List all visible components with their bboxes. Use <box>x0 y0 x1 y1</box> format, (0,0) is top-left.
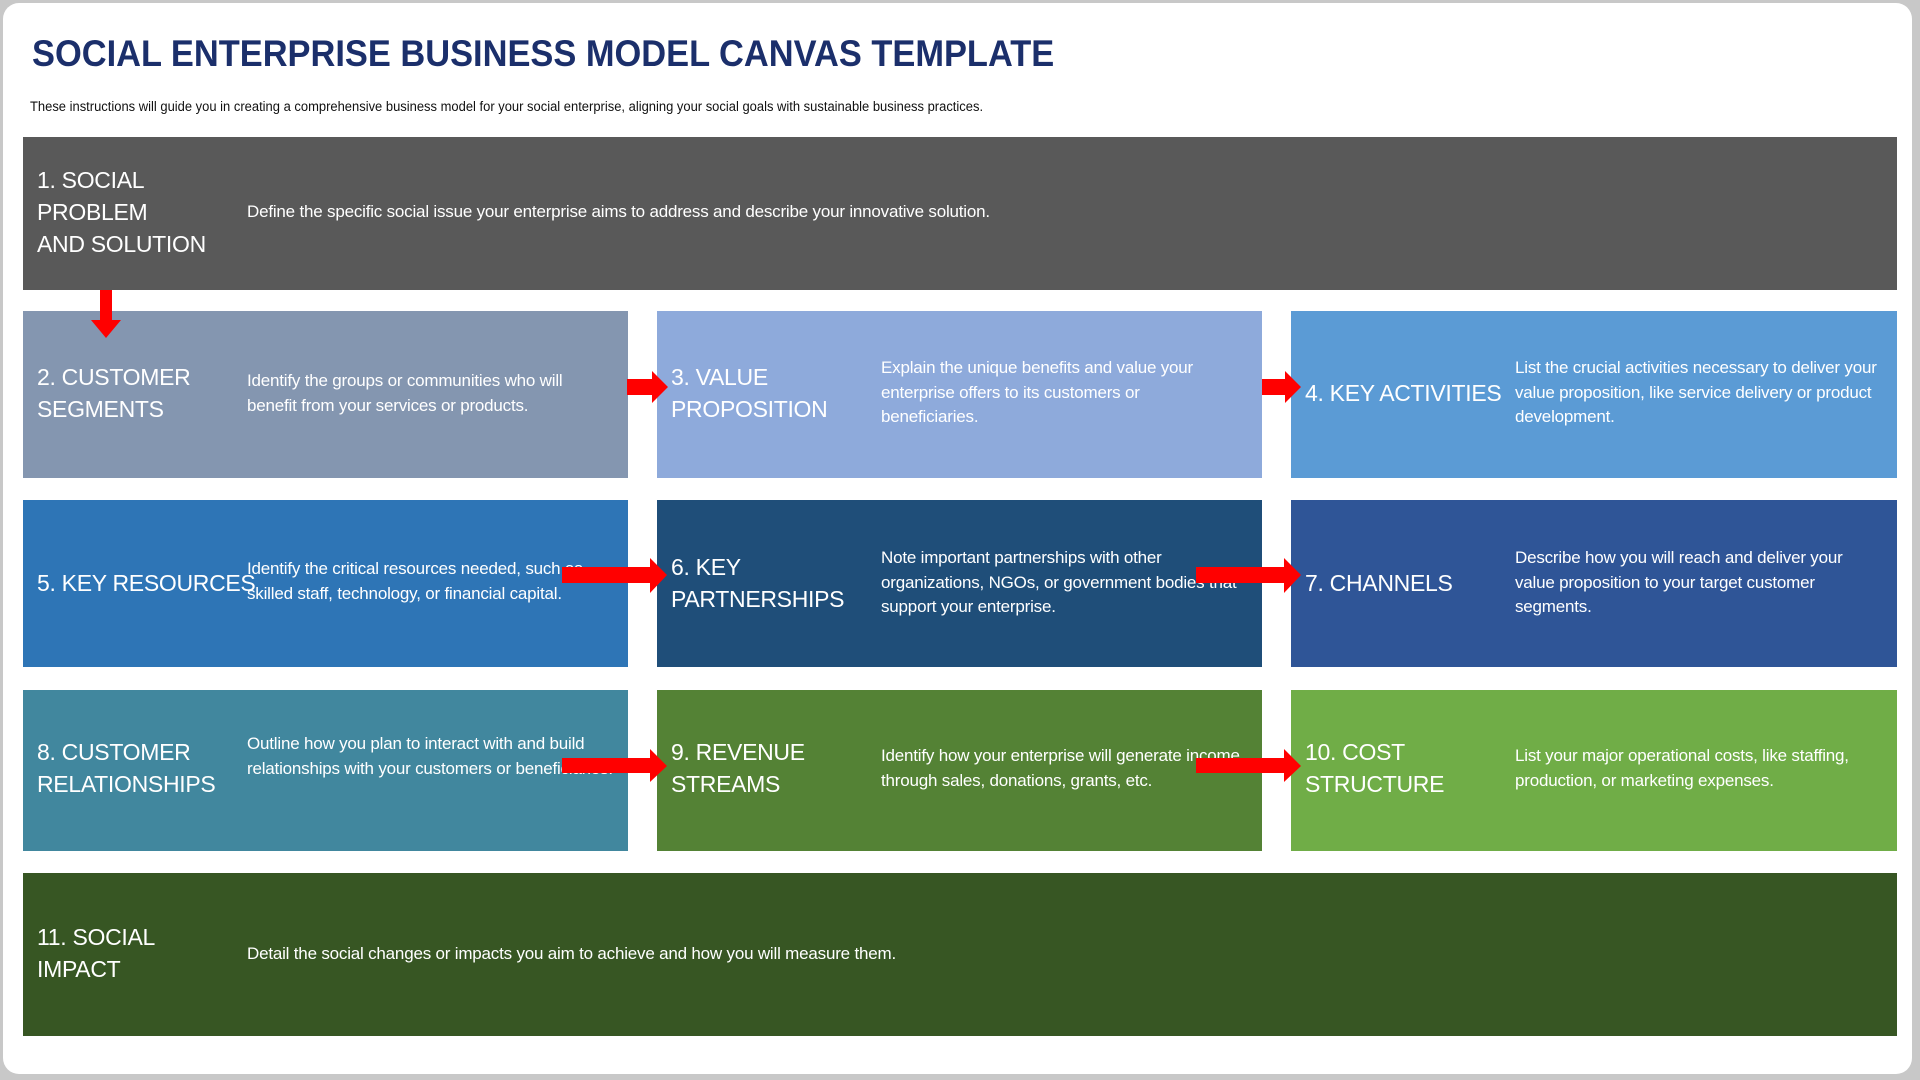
section-customer-relationships: 8. CUSTOMER RELATIONSHIPS Outline how yo… <box>23 690 628 851</box>
section-heading: 5. KEY RESOURCES <box>37 570 256 596</box>
section-description: Explain the unique benefits and value yo… <box>881 358 1193 426</box>
section-channels: 7. CHANNELS Describe how you will reach … <box>1291 500 1897 667</box>
section-description: Detail the social changes or impacts you… <box>247 944 896 963</box>
section-social-impact: 11. SOCIAL IMPACT Detail the social chan… <box>23 873 1897 1036</box>
section-cost-structure: 10. COST STRUCTURE List your major opera… <box>1291 690 1897 851</box>
arrow-right-icon <box>1196 749 1301 782</box>
arrow-down-icon <box>91 290 121 338</box>
section-heading: 10. COST STRUCTURE <box>1305 739 1445 797</box>
section-heading: 11. SOCIAL IMPACT <box>37 924 156 982</box>
arrow-right-icon <box>1196 558 1301 593</box>
section-heading: 7. CHANNELS <box>1305 570 1453 596</box>
section-heading: 4. KEY ACTIVITIES <box>1305 380 1502 406</box>
page-title: SOCIAL ENTERPRISE BUSINESS MODEL CANVAS … <box>32 33 1055 74</box>
section-description: Define the specific social issue your en… <box>247 202 990 221</box>
section-description: List the crucial activities necessary to… <box>1515 358 1877 426</box>
arrow-right-icon <box>1262 371 1301 403</box>
section-value-proposition: 3. VALUE PROPOSITION Explain the unique … <box>657 311 1262 478</box>
section-description: List your major operational costs, like … <box>1515 746 1849 790</box>
section-social-problem: 1. SOCIAL PROBLEM AND SOLUTION Define th… <box>23 137 1897 290</box>
section-heading: 9. REVENUE STREAMS <box>671 739 805 797</box>
section-heading: 6. KEY PARTNERSHIPS <box>671 554 845 612</box>
section-description: Describe how you will reach and deliver … <box>1515 548 1843 616</box>
section-description: Note important partnerships with other o… <box>881 548 1237 616</box>
section-key-resources: 5. KEY RESOURCES Identify the critical r… <box>23 500 628 667</box>
section-revenue-streams: 9. REVENUE STREAMS Identify how your ent… <box>657 690 1262 851</box>
arrow-right-icon <box>627 371 668 403</box>
arrow-right-icon <box>562 558 667 593</box>
section-heading: 1. SOCIAL PROBLEM AND SOLUTION <box>37 167 206 257</box>
section-heading: 2. CUSTOMER SEGMENTS <box>37 364 191 422</box>
section-heading: 3. VALUE PROPOSITION <box>671 364 828 422</box>
section-description: Identify the groups or communities who w… <box>247 371 563 415</box>
section-key-partnerships: 6. KEY PARTNERSHIPS Note important partn… <box>657 500 1262 667</box>
section-key-activities: 4. KEY ACTIVITIES List the crucial activ… <box>1291 311 1897 478</box>
page-subtitle: These instructions will guide you in cre… <box>30 99 984 114</box>
arrow-right-icon <box>562 749 667 782</box>
section-heading: 8. CUSTOMER RELATIONSHIPS <box>37 739 216 797</box>
